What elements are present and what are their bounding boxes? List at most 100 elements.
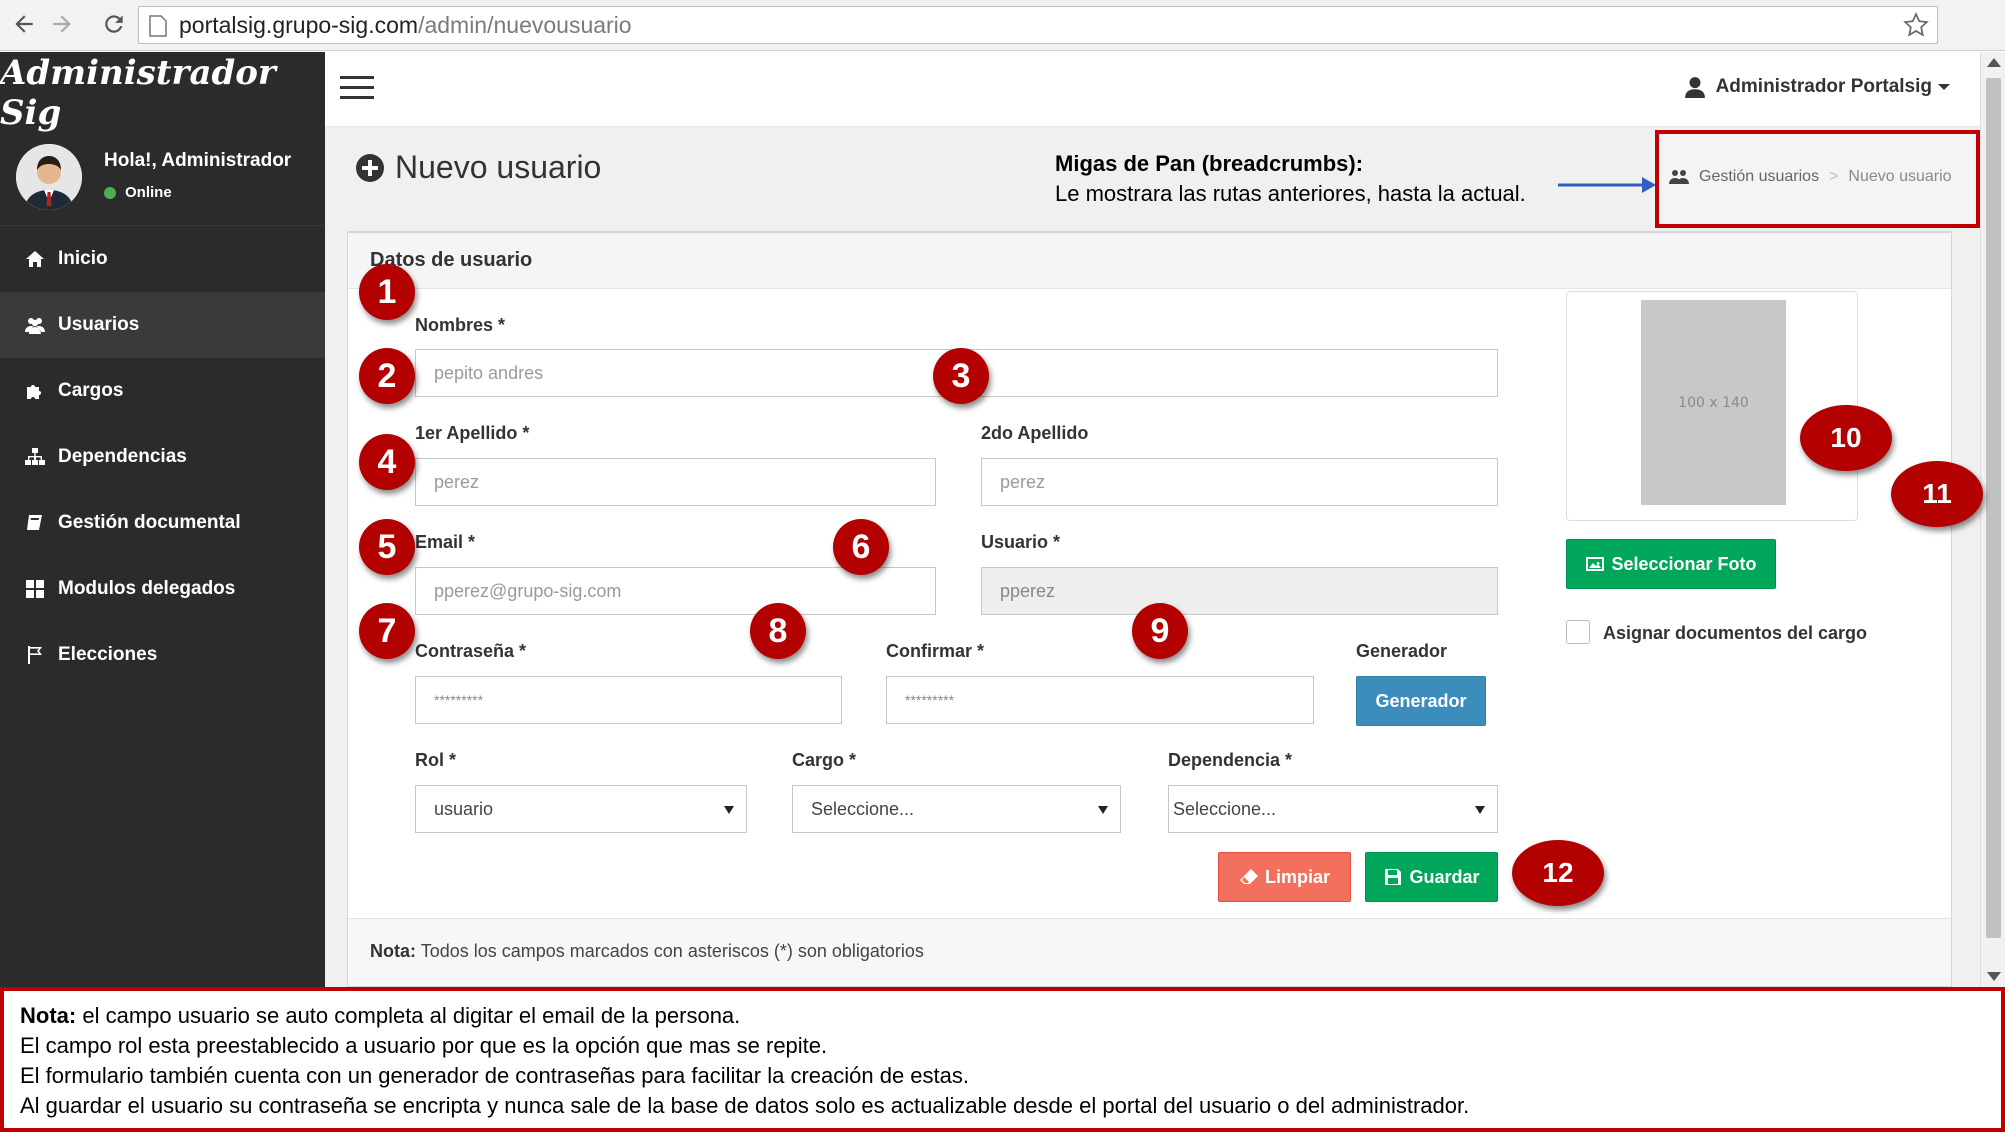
avatar (16, 144, 82, 210)
users-icon (1669, 170, 1689, 184)
rol-label: Rol * (415, 750, 457, 770)
password-input[interactable]: ********* (415, 676, 842, 724)
online-dot-icon (104, 186, 116, 199)
dependencia-select-value: Seleccione... (1173, 799, 1277, 819)
save-button-label: Guardar (1409, 866, 1480, 887)
step-badge-8: 8 (750, 603, 806, 659)
scroll-down-arrow-icon[interactable] (1987, 972, 2001, 981)
cargo-select-value: Seleccione... (811, 799, 915, 819)
confirm-password-input[interactable]: ********* (886, 676, 1314, 724)
apellido2-label: 2do Apellido (981, 423, 1089, 443)
step-badge-4: 4 (359, 434, 415, 490)
step-badge-7: 7 (359, 603, 415, 659)
assign-docs-checkbox[interactable] (1566, 620, 1590, 644)
caret-down-icon (1938, 84, 1950, 90)
rol-select[interactable]: usuario (415, 785, 747, 833)
annotation-note: Nota: el campo usuario se auto completa … (0, 987, 2005, 1132)
step-badge-11: 11 (1891, 461, 1983, 527)
callout-text: Le mostrara las rutas anteriores, hasta … (1055, 181, 1526, 206)
eraser-icon (1239, 869, 1258, 884)
book-icon (24, 512, 46, 534)
sidebar-item-gestion-documental[interactable]: Gestión documental (0, 490, 325, 556)
sidebar-item-label: Usuarios (58, 314, 140, 335)
clear-button-label: Limpiar (1264, 866, 1330, 887)
brand-logo[interactable]: Administrador Sig (0, 52, 325, 134)
forward-arrow-icon (53, 15, 71, 33)
step-badge-5: 5 (359, 519, 415, 575)
step-badge-10: 10 (1800, 405, 1892, 471)
password-generator-button[interactable]: Generador (1356, 676, 1486, 726)
assign-docs-label: Asignar documentos del cargo (1603, 623, 1868, 643)
home-icon (24, 248, 46, 270)
step-badge-9: 9 (1132, 603, 1188, 659)
sidebar-item-label: Elecciones (58, 644, 158, 665)
breadcrumb: Gestión usuarios > Nuevo usuario (1669, 168, 1952, 186)
page-scrollbar[interactable] (1980, 52, 2005, 987)
forward-button[interactable] (44, 6, 80, 42)
save-button[interactable]: Guardar (1365, 852, 1498, 902)
cargo-select[interactable]: Seleccione... (792, 785, 1121, 833)
bookmark-star-icon[interactable] (1903, 12, 1929, 38)
scroll-up-arrow-icon[interactable] (1987, 58, 2001, 67)
usuario-label: Usuario * (981, 532, 1061, 552)
usuario-input: pperez (981, 567, 1498, 615)
user-greeting: Hola!, Administrador (104, 150, 292, 171)
user-menu-dropdown[interactable]: Administrador Portalsig (1684, 76, 1950, 98)
sidebar-item-cargos[interactable]: Cargos (0, 358, 325, 424)
sidebar-item-label: Cargos (58, 380, 124, 401)
dependencia-label: Dependencia * (1168, 750, 1293, 770)
content-wrapper: Nuevo usuario Migas de Pan (breadcrumbs)… (325, 127, 1983, 987)
grid-icon (24, 578, 46, 600)
page-title: Nuevo usuario (355, 149, 601, 186)
top-navbar: Administrador Portalsig (325, 52, 1980, 127)
browser-toolbar: portalsig.grupo-sig.com/admin/nuevousuar… (0, 0, 2005, 51)
select-caret-icon (1098, 806, 1108, 814)
sidebar-item-label: Gestión documental (58, 512, 241, 533)
note-line-2: El campo rol esta preestablecido a usuar… (20, 1033, 828, 1058)
back-button[interactable] (6, 6, 42, 42)
confirm-password-label: Confirmar * (886, 641, 985, 661)
breadcrumb-item-gestion-usuarios[interactable]: Gestión usuarios (1699, 168, 1819, 186)
image-icon (1586, 557, 1605, 571)
sidebar-item-inicio[interactable]: Inicio (0, 226, 325, 292)
user-panel: Hola!, Administrador Online (0, 134, 325, 226)
sidebar-menu: Inicio Usuarios Cargos Dependencias Gest… (0, 226, 325, 688)
box-title: Datos de usuario (348, 233, 1951, 289)
sidebar-item-label: Modulos delegados (58, 578, 236, 599)
note-bold: Nota: (20, 1003, 77, 1028)
email-label: Email * (415, 532, 476, 552)
note-line-4: Al guardar el usuario su contraseña se e… (20, 1093, 1470, 1118)
user-avatar-icon (16, 144, 82, 210)
user-status: Online (104, 184, 172, 201)
scroll-thumb[interactable] (1986, 78, 2001, 938)
user-status-text: Online (125, 184, 172, 201)
apellido1-input[interactable]: perez (415, 458, 936, 506)
plus-circle-icon (356, 153, 384, 182)
note-line-3: El formulario también cuenta con un gene… (20, 1063, 969, 1088)
form-footer-note: Nota: Todos los campos marcados con aste… (348, 918, 1951, 986)
clear-button[interactable]: Limpiar (1218, 852, 1351, 902)
reload-icon (105, 15, 123, 33)
sidebar-item-usuarios[interactable]: Usuarios (0, 292, 325, 358)
sidebar-toggle-icon[interactable] (340, 76, 374, 102)
footer-note-text: Todos los campos marcados con asteriscos… (420, 941, 924, 961)
apellido2-input[interactable]: perez (981, 458, 1498, 506)
sidebar-item-modulos-delegados[interactable]: Modulos delegados (0, 556, 325, 622)
dependencia-select[interactable]: Seleccione... (1168, 785, 1498, 833)
rol-select-value: usuario (434, 799, 494, 819)
breadcrumb-highlight: Gestión usuarios > Nuevo usuario (1655, 130, 1980, 228)
sidebar-item-dependencias[interactable]: Dependencias (0, 424, 325, 490)
photo-preview-frame: 100 x 140 (1566, 291, 1858, 521)
users-icon (24, 314, 46, 336)
photo-placeholder: 100 x 140 (1641, 300, 1786, 505)
sidebar: Administrador Sig Hola!, Administrador O… (0, 52, 325, 987)
callout-title: Migas de Pan (breadcrumbs): (1055, 151, 1364, 176)
nombres-label: Nombres * (415, 315, 506, 335)
floppy-disk-icon (1385, 869, 1402, 885)
address-bar[interactable]: portalsig.grupo-sig.com/admin/nuevousuar… (138, 6, 1938, 44)
sidebar-item-elecciones[interactable]: Elecciones (0, 622, 325, 688)
url-host: portalsig.grupo-sig.com (179, 12, 419, 38)
reload-button[interactable] (96, 6, 132, 42)
user-menu-label: Administrador Portalsig (1715, 76, 1932, 97)
select-photo-button[interactable]: Seleccionar Foto (1566, 539, 1776, 589)
